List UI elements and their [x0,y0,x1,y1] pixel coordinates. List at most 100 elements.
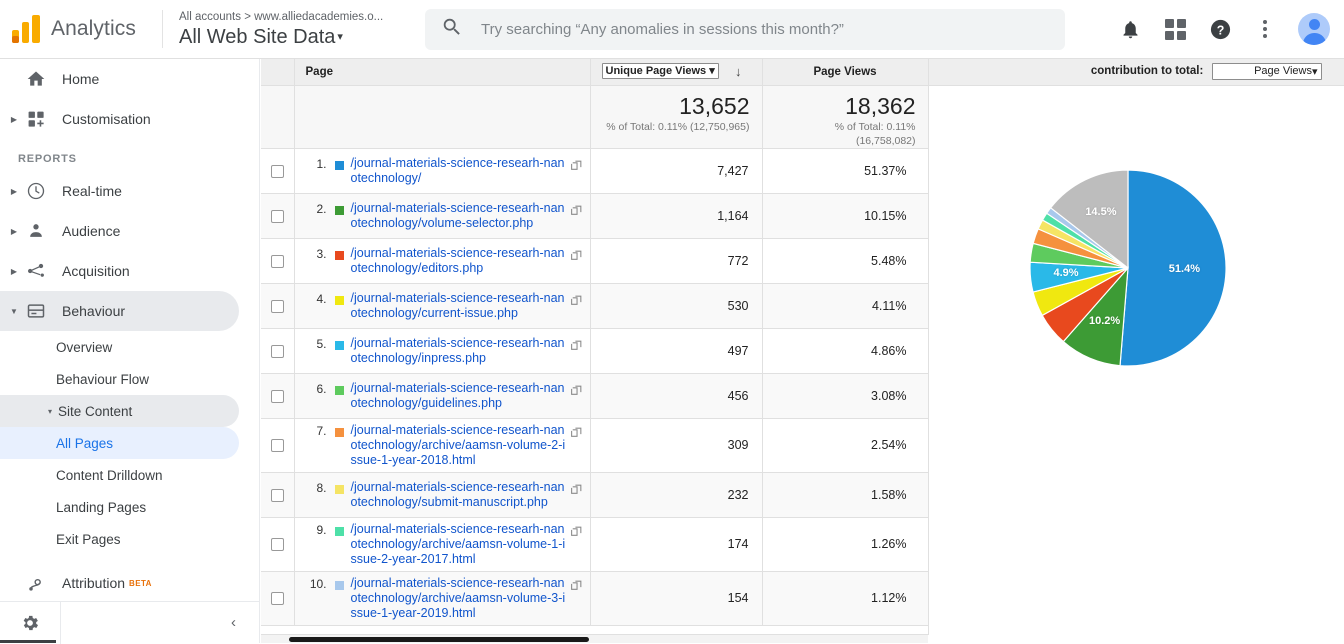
metric-select[interactable]: Unique Page Views ▾ [602,63,719,79]
chevron-down-icon: ▾ [337,31,343,43]
row-page-link[interactable]: /journal-materials-science-researh-nanot… [351,201,567,231]
sidebar-subitem-label: Behaviour Flow [56,372,149,387]
contribution-select[interactable]: Page Views ▾ [1212,63,1322,80]
open-in-new-icon[interactable] [570,294,584,310]
sidebar-item-home[interactable]: Home [0,59,239,99]
sidebar-item-label: Behaviour [62,303,125,319]
pie-chart[interactable]: 51.4%10.2%4.9%14.5% [1030,170,1226,366]
customisation-icon [24,107,48,131]
scrollbar-thumb[interactable] [289,637,589,642]
pie-slice-label: 14.5% [1085,206,1116,218]
brand-area[interactable]: Analytics [0,15,160,43]
sidebar-item-label: Audience [62,223,120,239]
sidebar-item-label: Acquisition [62,263,130,279]
row-page-link[interactable]: /journal-materials-science-researh-nanot… [351,576,567,621]
sidebar-subitem-label: Landing Pages [56,500,146,515]
kebab-menu-icon[interactable] [1253,17,1277,41]
summary-page-views-cell: 18,362 % of Total: 0.11% (16,758,082) [762,85,928,148]
row-unique-page-views: 772 [590,238,762,283]
row-unique-page-views: 497 [590,328,762,373]
pie-slice-label: 10.2% [1089,315,1120,327]
open-in-new-icon[interactable] [570,483,584,499]
help-icon[interactable]: ? [1208,17,1232,41]
open-in-new-icon[interactable] [570,426,584,442]
breadcrumb[interactable]: All accounts > www.alliedacademies.o... [179,10,419,25]
row-checkbox[interactable] [271,210,284,223]
row-page-link[interactable]: /journal-materials-science-researh-nanot… [351,423,567,468]
search-box[interactable] [425,9,1065,50]
sidebar-item-real-time[interactable]: ▶ Real-time [0,171,239,211]
home-icon [24,67,48,91]
open-in-new-icon[interactable] [570,204,584,220]
row-checkbox[interactable] [271,165,284,178]
column-header-page-views[interactable]: Page Views [762,59,928,85]
row-page-views-pct: 4.11% [762,283,928,328]
row-checkbox[interactable] [271,538,284,551]
row-checkbox[interactable] [271,489,284,502]
column-header-page[interactable]: Page [294,59,590,85]
sidebar-item-exit-pages[interactable]: Exit Pages [0,523,239,555]
gear-icon[interactable] [0,613,60,633]
bell-icon[interactable] [1118,17,1142,41]
row-color-swatch [335,527,344,536]
row-checkbox[interactable] [271,592,284,605]
row-page-link[interactable]: /journal-materials-science-researh-nanot… [351,522,567,567]
row-color-swatch [335,341,344,350]
row-page-views-pct: 1.12% [762,571,928,625]
row-index: 8. [303,480,327,495]
column-header-unique-page-views: Unique Page Views ▾ ↓ [590,59,762,85]
row-checkbox[interactable] [271,345,284,358]
sidebar-item-audience[interactable]: ▶ Audience [0,211,239,251]
open-in-new-icon[interactable] [570,525,584,541]
open-in-new-icon[interactable] [570,579,584,595]
row-color-swatch [335,161,344,170]
row-checkbox[interactable] [271,439,284,452]
sidebar-item-site-content[interactable]: ▾ Site Content [0,395,239,427]
sidebar-item-all-pages[interactable]: All Pages [0,427,239,459]
clock-icon [24,179,48,203]
analytics-logo-icon [12,15,42,43]
row-page-link[interactable]: /journal-materials-science-researh-nanot… [351,381,567,411]
sidebar-subitem-label: Site Content [58,404,132,419]
sidebar-item-content-drilldown[interactable]: Content Drilldown [0,459,239,491]
select-all-header[interactable] [261,59,294,85]
sidebar-item-overview[interactable]: Overview [0,331,239,363]
row-checkbox[interactable] [271,255,284,268]
row-page-views-pct: 2.54% [762,418,928,472]
sidebar-item-label: Attribution [62,575,125,591]
row-page-views-pct: 5.48% [762,238,928,283]
sort-descending-icon[interactable]: ↓ [735,64,742,79]
sidebar-item-label: Real-time [62,183,122,199]
row-page-link[interactable]: /journal-materials-science-researh-nanot… [351,336,567,366]
open-in-new-icon[interactable] [570,249,584,265]
account-selector[interactable]: All accounts > www.alliedacademies.o... … [179,8,419,50]
sidebar-item-behaviour-flow[interactable]: Behaviour Flow [0,363,239,395]
search-icon [441,16,463,43]
sidebar-item-behaviour[interactable]: ▼ Behaviour [0,291,239,331]
view-title[interactable]: All Web Site Data▾ [179,25,419,50]
sidebar-item-acquisition[interactable]: ▶ Acquisition [0,251,239,291]
open-in-new-icon[interactable] [570,384,584,400]
brand-name: Analytics [51,17,136,41]
horizontal-scrollbar[interactable] [261,634,928,643]
row-checkbox[interactable] [271,300,284,313]
summary-checkbox-cell [261,85,294,148]
row-page-link[interactable]: /journal-materials-science-researh-nanot… [351,291,567,321]
search-input[interactable] [479,20,1039,39]
sidebar-item-attribution[interactable]: Attribution BETA [0,563,239,603]
row-unique-page-views: 456 [590,373,762,418]
row-page-link[interactable]: /journal-materials-science-researh-nanot… [351,480,567,510]
open-in-new-icon[interactable] [570,159,584,175]
apps-grid-icon[interactable] [1163,17,1187,41]
row-checkbox[interactable] [271,390,284,403]
sidebar-item-landing-pages[interactable]: Landing Pages [0,491,239,523]
row-page-cell: 6./journal-materials-science-researh-nan… [294,373,590,418]
row-page-link[interactable]: /journal-materials-science-researh-nanot… [351,156,567,186]
sidebar-item-customisation[interactable]: ▶ Customisation [0,99,239,139]
header-divider [162,10,163,48]
chevron-left-icon[interactable]: ‹ [61,614,260,631]
summary-page-cell [294,85,590,148]
open-in-new-icon[interactable] [570,339,584,355]
avatar[interactable] [1298,13,1330,45]
row-page-link[interactable]: /journal-materials-science-researh-nanot… [351,246,567,276]
